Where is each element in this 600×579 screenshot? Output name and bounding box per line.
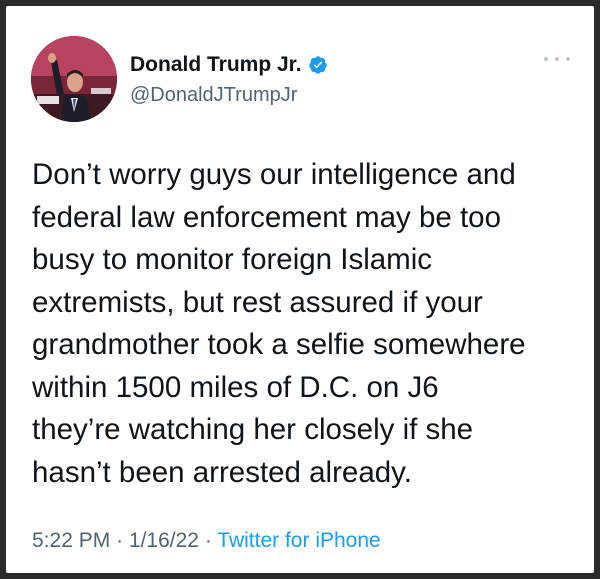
avatar-image [31, 36, 117, 122]
more-dot [544, 57, 548, 61]
tweet-date[interactable]: 1/16/22 [129, 529, 199, 552]
tweet-time[interactable]: 5:22 PM [32, 529, 110, 552]
tweet-source-link[interactable]: Twitter for iPhone [217, 529, 380, 552]
verified-badge-icon [308, 56, 327, 74]
profile-avatar[interactable] [31, 36, 117, 122]
display-name[interactable]: Donald Trump Jr. [130, 53, 302, 77]
author-handle[interactable]: @DonaldJTrumpJr [130, 84, 297, 107]
tweet-card: Donald Trump Jr. @DonaldJTrumpJr Don’t w… [6, 6, 594, 573]
meta-separator: · [116, 529, 124, 552]
tweet-metadata: 5:22 PM · 1/16/22 · Twitter for iPhone [32, 529, 381, 553]
more-dot [566, 57, 570, 61]
more-dots-icon[interactable] [544, 52, 570, 66]
meta-separator: · [204, 529, 212, 552]
more-dot [555, 57, 559, 61]
tweet-text: Don’t worry guys our intelligence and fe… [32, 158, 526, 489]
author-name-row: Donald Trump Jr. [130, 53, 328, 77]
